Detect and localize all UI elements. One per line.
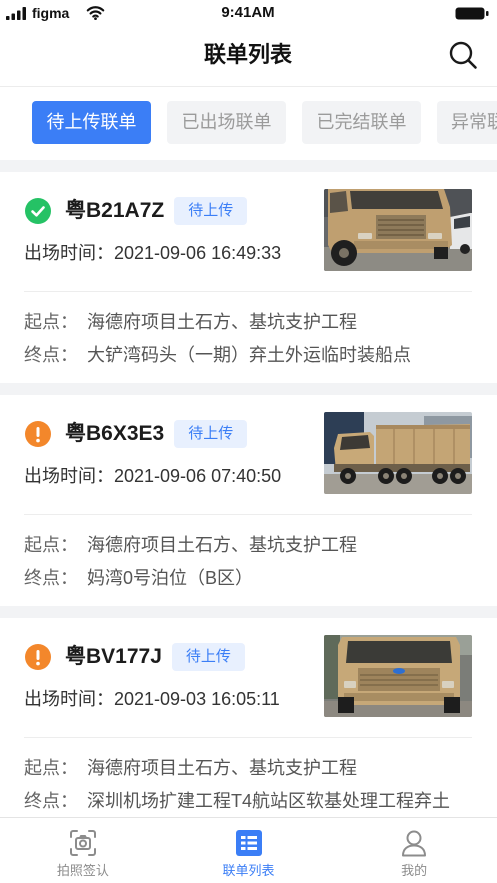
user-icon (402, 830, 427, 857)
signal-icon (6, 7, 26, 20)
exit-time-row: 出场时间：2021-09-06 16:49:33 (24, 242, 314, 264)
start-label: 起点： (24, 312, 78, 332)
nav-item-profile[interactable]: 我的 (331, 818, 497, 883)
nav-label: 我的 (401, 863, 428, 878)
ticket-card[interactable]: 粤BV177J 待上传 出场时间：2021-09-03 16:05:11 起点：… (0, 618, 497, 817)
exit-time-value: 2021-09-03 16:05:11 (114, 689, 280, 709)
tab-completed[interactable]: 已完结联单 (302, 101, 421, 144)
exit-time-label: 出场时间： (24, 466, 114, 486)
ticket-list[interactable]: 粤B21A7Z 待上传 出场时间：2021-09-06 16:49:33 起点：… (0, 160, 497, 817)
start-value: 海德府项目土石方、基坑支护工程 (87, 758, 357, 778)
exit-time-value: 2021-09-06 16:49:33 (114, 243, 282, 263)
end-value: 大铲湾码头（一期）弃土外运临时装船点 (87, 345, 411, 365)
camera-scan-icon (69, 830, 96, 856)
card-divider (24, 737, 472, 738)
list-icon (235, 830, 262, 856)
ticket-card[interactable]: 粤B6X3E3 待上传 出场时间：2021-09-06 07:40:50 起点：… (0, 395, 497, 606)
end-label: 终点： (24, 345, 78, 365)
bottom-tab-bar: 拍照签认 联单列表 我的 (0, 817, 497, 883)
plate-number: 粤B6X3E3 (65, 422, 165, 445)
exclamation-circle-icon (25, 421, 51, 447)
status-time: 9:41AM (221, 4, 275, 21)
exclamation-circle-icon (25, 644, 51, 670)
exit-time-label: 出场时间： (24, 243, 114, 263)
status-badge: 待上传 (174, 420, 248, 448)
truck-photo (324, 412, 472, 494)
page-title: 联单列表 (203, 42, 292, 67)
end-value: 深圳机场扩建工程T4航站区软基处理工程弃土 (87, 791, 451, 811)
app-screen: figma 9:41AM 联单列表 待上传联单 已出场联单 已完结联单 异常联 … (0, 0, 497, 883)
wifi-icon (86, 6, 105, 20)
exit-time-label: 出场时间： (24, 689, 114, 709)
battery-icon (455, 7, 489, 20)
tab-pending-upload[interactable]: 待上传联单 (32, 101, 151, 144)
card-header: 粤BV177J 待上传 (25, 643, 245, 671)
nav-label: 拍照签认 (56, 863, 109, 878)
search-icon (449, 41, 477, 69)
start-value: 海德府项目土石方、基坑支护工程 (87, 535, 357, 555)
start-label: 起点： (24, 758, 78, 778)
card-header: 粤B6X3E3 待上传 (25, 420, 248, 448)
status-badge: 待上传 (174, 197, 248, 225)
tab-abnormal[interactable]: 异常联单 (437, 101, 497, 144)
truck-photo (324, 635, 472, 717)
route-start-row: 起点： 海德府项目土石方、基坑支护工程 (24, 311, 484, 333)
route-end-row: 终点： 深圳机场扩建工程T4航站区软基处理工程弃土 (24, 790, 484, 812)
route-end-row: 终点： 妈湾0号泊位（B区） (24, 567, 484, 589)
exit-time-row: 出场时间：2021-09-06 07:40:50 (24, 465, 314, 487)
truck-photo (324, 189, 472, 271)
status-tabs: 待上传联单 已出场联单 已完结联单 异常联单 (0, 87, 497, 160)
tab-exited[interactable]: 已出场联单 (167, 101, 286, 144)
end-value: 妈湾0号泊位（B区） (87, 568, 254, 588)
check-circle-icon (25, 198, 51, 224)
nav-item-photo-confirm[interactable]: 拍照签认 (0, 818, 166, 883)
start-value: 海德府项目土石方、基坑支护工程 (87, 312, 357, 332)
card-divider (24, 291, 472, 292)
end-label: 终点： (24, 791, 78, 811)
carrier-name: figma (32, 5, 70, 21)
route-start-row: 起点： 海德府项目土石方、基坑支护工程 (24, 757, 484, 779)
nav-label: 联单列表 (222, 863, 275, 878)
plate-number: 粤BV177J (65, 645, 162, 668)
start-label: 起点： (24, 535, 78, 555)
plate-number: 粤B21A7Z (65, 199, 165, 222)
nav-item-ticket-list[interactable]: 联单列表 (166, 818, 332, 883)
route-end-row: 终点： 大铲湾码头（一期）弃土外运临时装船点 (24, 344, 484, 366)
end-label: 终点： (24, 568, 78, 588)
nav-header: 联单列表 (0, 28, 497, 87)
ticket-card[interactable]: 粤B21A7Z 待上传 出场时间：2021-09-06 16:49:33 起点：… (0, 172, 497, 383)
route-start-row: 起点： 海德府项目土石方、基坑支护工程 (24, 534, 484, 556)
exit-time-value: 2021-09-06 07:40:50 (114, 466, 282, 486)
search-button[interactable] (448, 40, 478, 70)
card-divider (24, 514, 472, 515)
status-badge: 待上传 (171, 643, 245, 671)
status-bar: figma 9:41AM (0, 0, 497, 28)
card-header: 粤B21A7Z 待上传 (25, 197, 248, 225)
exit-time-row: 出场时间：2021-09-03 16:05:11 (24, 688, 314, 710)
